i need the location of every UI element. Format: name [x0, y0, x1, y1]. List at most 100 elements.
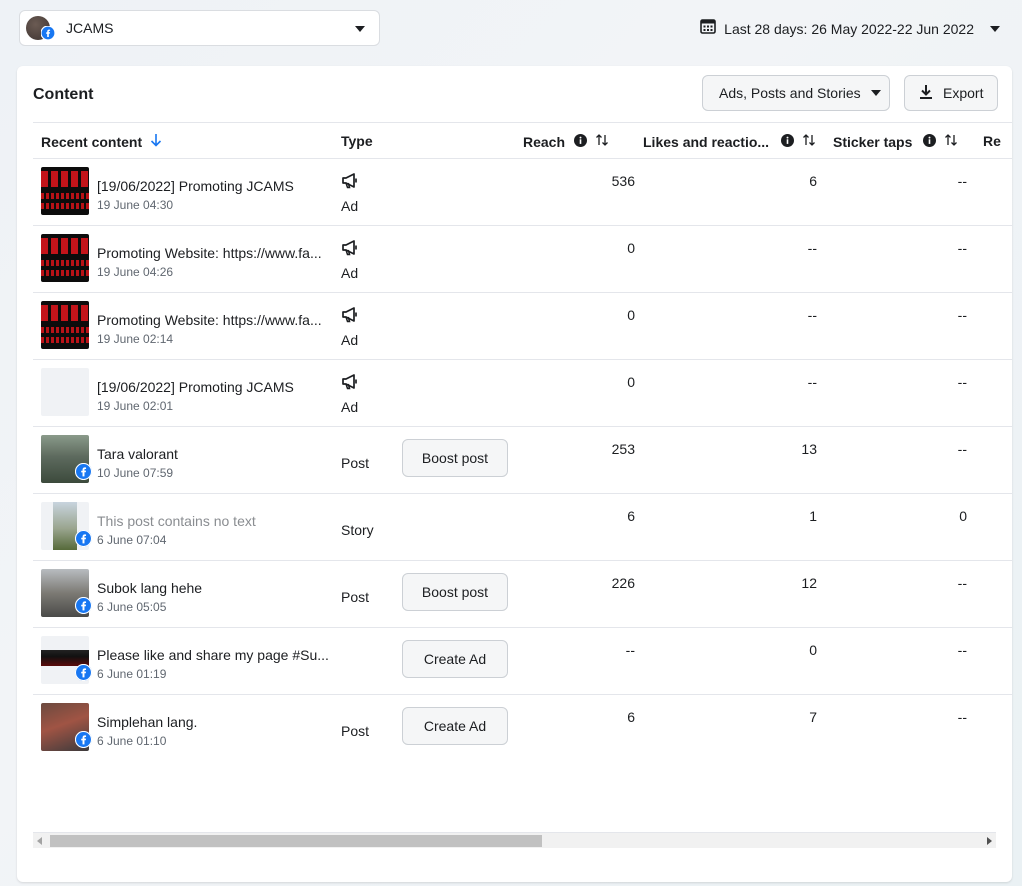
facebook-badge-icon: [74, 730, 93, 753]
table-row[interactable]: Tara valorant 10 June 07:59 Post Boost p…: [33, 427, 1012, 494]
scroll-right-arrow-icon[interactable]: [987, 837, 992, 845]
content-date: 19 June 02:01: [97, 399, 174, 413]
reach-value: --: [625, 642, 635, 658]
date-range-label: Last 28 days: 26 May 2022-22 Jun 2022: [724, 20, 974, 37]
table-row[interactable]: Subok lang hehe 6 June 05:05 Post Boost …: [33, 561, 1012, 628]
page-name: JCAMS: [66, 20, 114, 36]
content-thumbnail: [41, 703, 93, 753]
table-header: Recent content Type Reach Likes and reac…: [33, 122, 1012, 159]
sticker-taps-value: --: [957, 575, 967, 591]
table-row[interactable]: Promoting Website: https://www.fa... 19 …: [33, 293, 1012, 360]
boost-post-button[interactable]: Boost post: [402, 573, 508, 611]
boost-post-button[interactable]: Boost post: [402, 439, 508, 477]
table-row[interactable]: This post contains no text 6 June 07:04 …: [33, 494, 1012, 561]
horizontal-scrollbar[interactable]: [33, 832, 996, 848]
export-label: Export: [943, 85, 984, 101]
sticker-taps-value: --: [957, 307, 967, 323]
content-title[interactable]: This post contains no text: [97, 513, 329, 529]
content-title[interactable]: [19/06/2022] Promoting JCAMS: [97, 178, 329, 194]
table-row[interactable]: Please like and share my page #Su... 6 J…: [33, 628, 1012, 695]
reach-value: 226: [611, 575, 635, 591]
likes-value: --: [807, 240, 817, 256]
likes-value: 6: [809, 173, 817, 189]
megaphone-icon: [341, 374, 359, 395]
create-ad-button[interactable]: Create Ad: [402, 707, 508, 745]
content-thumbnail: [41, 636, 93, 686]
content-thumbnail: [41, 167, 89, 215]
scrollbar-thumb[interactable]: [50, 835, 542, 847]
sticker-taps-value: 0: [959, 508, 967, 524]
megaphone-icon: [341, 173, 359, 194]
content-title[interactable]: Simplehan lang.: [97, 714, 329, 730]
date-range-selector[interactable]: Last 28 days: 26 May 2022-22 Jun 2022: [700, 18, 1000, 39]
create-ad-button[interactable]: Create Ad: [402, 640, 508, 678]
page-selector[interactable]: JCAMS: [19, 10, 380, 46]
content-type: Story: [341, 522, 374, 538]
content-date: 6 June 05:05: [97, 600, 167, 614]
content-thumbnail: [41, 234, 89, 282]
content-title[interactable]: Please like and share my page #Su...: [97, 647, 329, 663]
content-title[interactable]: Promoting Website: https://www.fa...: [97, 245, 329, 261]
table-row[interactable]: Promoting Website: https://www.fa... 19 …: [33, 226, 1012, 293]
caret-down-icon: [870, 90, 881, 96]
column-likes-reactions[interactable]: Likes and reactio...: [643, 133, 816, 150]
column-label: Recent content: [41, 133, 143, 150]
sticker-taps-value: --: [957, 240, 967, 256]
content-date: 19 June 04:26: [97, 265, 174, 279]
content-type: Post: [341, 589, 370, 605]
export-button[interactable]: Export: [904, 75, 998, 111]
sticker-taps-value: --: [957, 173, 967, 189]
content-filter-dropdown[interactable]: Ads, Posts and Stories: [702, 75, 890, 111]
reach-value: 6: [627, 508, 635, 524]
reach-value: 0: [627, 374, 635, 390]
scroll-left-arrow-icon[interactable]: [37, 837, 42, 845]
column-next-truncated[interactable]: Re: [983, 133, 1001, 149]
content-title[interactable]: Promoting Website: https://www.fa...: [97, 312, 329, 328]
facebook-badge-icon: [74, 462, 93, 485]
content-title[interactable]: [19/06/2022] Promoting JCAMS: [97, 379, 329, 395]
filter-label: Ads, Posts and Stories: [719, 85, 861, 101]
column-reach[interactable]: Reach: [523, 133, 609, 150]
facebook-badge-icon: [74, 663, 93, 686]
info-icon[interactable]: [574, 133, 588, 150]
content-table: Recent content Type Reach Likes and reac…: [33, 122, 1012, 762]
download-icon: [919, 84, 933, 103]
column-label: Sticker taps: [833, 133, 913, 150]
column-label: Likes and reactio...: [643, 133, 770, 150]
content-type: Ad: [341, 198, 359, 214]
content-thumbnail-placeholder: [41, 368, 89, 416]
content-date: 19 June 04:30: [97, 198, 174, 212]
sort-arrows-icon[interactable]: [944, 133, 958, 150]
content-type: Post: [341, 455, 370, 471]
content-title[interactable]: Tara valorant: [97, 446, 329, 462]
table-row[interactable]: Simplehan lang. 6 June 01:10 Post Create…: [33, 695, 1012, 762]
reach-value: 0: [627, 240, 635, 256]
column-sticker-taps[interactable]: Sticker taps: [833, 133, 958, 150]
sort-arrows-icon[interactable]: [595, 133, 609, 150]
reach-value: 253: [611, 441, 635, 457]
likes-value: --: [807, 307, 817, 323]
content-date: 6 June 01:10: [97, 734, 167, 748]
caret-down-icon: [990, 25, 1000, 32]
likes-value: --: [807, 374, 817, 390]
card-title: Content: [33, 86, 94, 103]
table-row[interactable]: [19/06/2022] Promoting JCAMS 19 June 02:…: [33, 360, 1012, 427]
content-thumbnail: [41, 502, 93, 552]
reach-value: 0: [627, 307, 635, 323]
likes-value: 1: [809, 508, 817, 524]
column-recent-content[interactable]: Recent content: [41, 133, 162, 150]
content-title[interactable]: Subok lang hehe: [97, 580, 329, 596]
content-type: Ad: [341, 265, 359, 281]
likes-value: 0: [809, 642, 817, 658]
facebook-badge-icon: [74, 529, 93, 552]
content-thumbnail: [41, 301, 89, 349]
table-row[interactable]: [19/06/2022] Promoting JCAMS 19 June 04:…: [33, 159, 1012, 226]
megaphone-icon: [341, 307, 359, 328]
content-type: Post: [341, 723, 370, 739]
info-icon[interactable]: [923, 133, 937, 150]
likes-value: 13: [801, 441, 817, 457]
column-type: Type: [341, 133, 373, 149]
sort-arrows-icon[interactable]: [802, 133, 816, 150]
info-icon[interactable]: [781, 133, 795, 150]
reach-value: 6: [627, 709, 635, 725]
